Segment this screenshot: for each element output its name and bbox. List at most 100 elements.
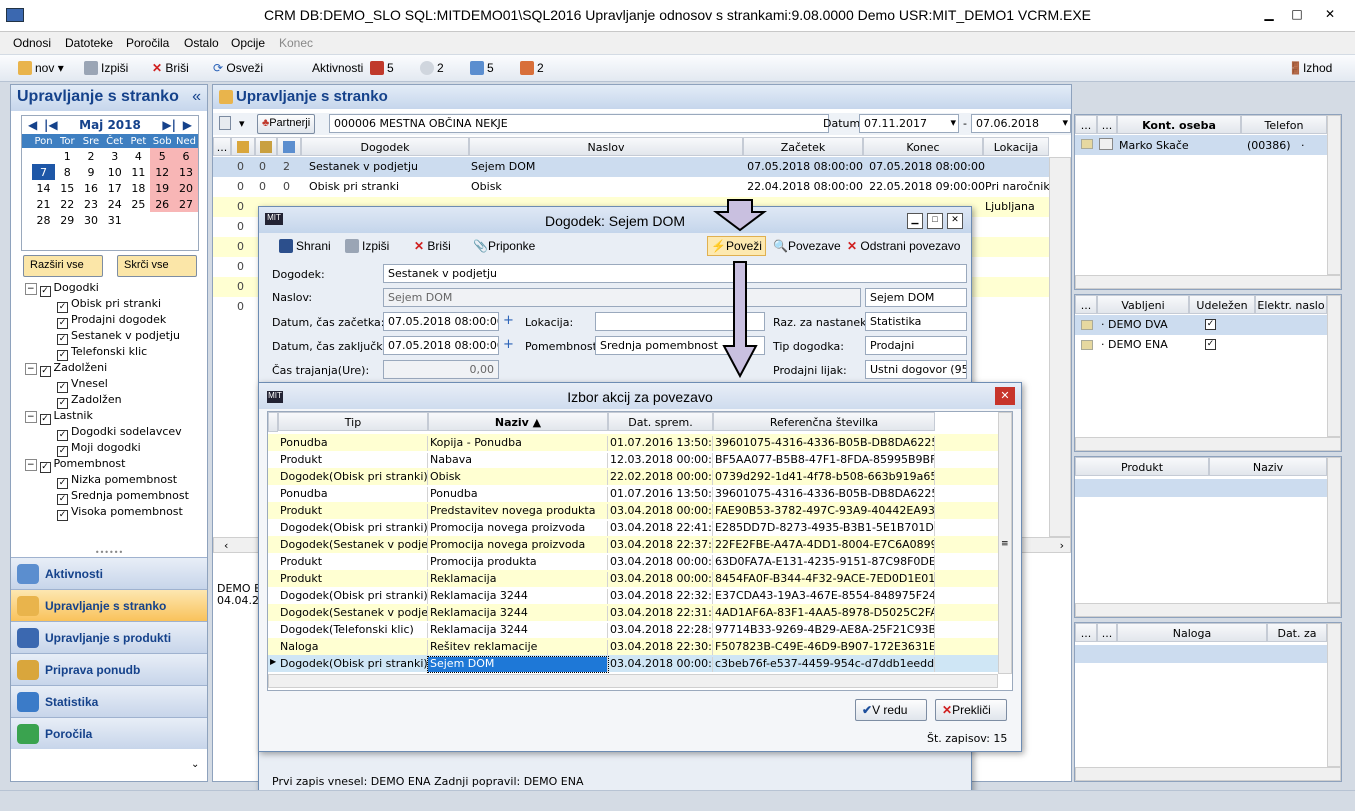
calendar-day[interactable]: 17 <box>103 180 127 196</box>
activity-mail-counter[interactable]: 5 <box>470 61 494 75</box>
calendar-day[interactable]: 16 <box>79 180 103 196</box>
end-datetime-field[interactable]: 07.05.2018 08:00:00 <box>383 336 499 355</box>
maximize-button[interactable]: □ <box>1283 4 1311 24</box>
prev-year-button[interactable]: |◀ <box>44 118 58 132</box>
column-header[interactable]: Dogodek <box>301 137 469 156</box>
calendar-day[interactable]: 13 <box>174 164 198 180</box>
checkbox[interactable]: ✓ <box>39 286 51 297</box>
table-row[interactable]: Produkt Predstavitev novega produkta 03.04… <box>268 502 998 519</box>
tree-collapse-icon[interactable]: − <box>25 459 37 471</box>
column-header[interactable]: Lokacija <box>983 137 1049 156</box>
exit-button[interactable]: 🚪Izhod <box>1288 61 1332 75</box>
checkbox[interactable]: ✓ <box>57 478 68 489</box>
checkbox[interactable]: ✓ <box>57 318 68 329</box>
column-header[interactable]: Naziv <box>1209 457 1327 476</box>
event-type-field[interactable]: Sestanek v podjetju <box>383 264 967 283</box>
column-header[interactable]: Vabljeni <box>1097 295 1189 314</box>
date-from-field[interactable]: 07.11.2017 ▾ <box>859 114 959 133</box>
nav-priprava-ponudb[interactable]: Priprava ponudb <box>11 653 207 685</box>
menu-item-4[interactable]: Opcije <box>231 36 265 50</box>
checkbox[interactable]: ✓ <box>57 398 68 409</box>
attended-checkbox[interactable]: ✓ <box>1205 339 1216 350</box>
column-header[interactable]: Elektr. naslo <box>1255 295 1327 314</box>
cancel-button[interactable]: ✕Prekliči <box>935 699 1007 721</box>
nav-overflow-button[interactable]: ⌄ <box>191 759 199 770</box>
attended-checkbox[interactable]: ✓ <box>1205 319 1216 330</box>
delete-button[interactable]: ✕ Briši <box>152 61 189 75</box>
close-button[interactable]: ✕ <box>1316 4 1344 24</box>
calendar-day[interactable]: 3 <box>103 148 127 164</box>
calendar-day[interactable]: 2 <box>79 148 103 164</box>
column-header[interactable]: Dat. za <box>1267 623 1327 642</box>
tree-node[interactable]: ✓ Moji dogodki <box>57 441 141 457</box>
invited-row[interactable]: · DEMO ENA ✓ <box>1075 335 1327 355</box>
attachments-button[interactable]: 📎Priponke <box>473 239 535 253</box>
activity-tasks-counter[interactable]: 5 <box>370 61 394 75</box>
products-hscrollbar[interactable] <box>1075 603 1341 617</box>
nav-statistika[interactable]: Statistika <box>11 685 207 717</box>
invited-vscrollbar[interactable] <box>1327 295 1341 437</box>
tree-node[interactable]: ✓ Vnesel <box>57 377 108 393</box>
tree-node[interactable]: ✓ Nizka pomembnost <box>57 473 177 489</box>
checkbox[interactable]: ✓ <box>39 414 51 425</box>
dialog-maximize-button[interactable]: □ <box>927 213 943 229</box>
event-kind-field[interactable]: Prodajni <box>865 336 967 355</box>
column-header[interactable]: ... <box>1075 295 1097 314</box>
table-row[interactable]: ▶ Dogodek(Obisk pri stranki) Sejem DOM 03.0… <box>268 655 998 673</box>
calendar-day[interactable] <box>174 212 198 228</box>
expand-all-button[interactable]: Razširi vse <box>23 255 103 277</box>
calendar-day[interactable]: 30 <box>79 212 103 228</box>
column-header[interactable] <box>255 137 277 156</box>
table-row[interactable]: PonudbaPonudba01.07.2016 13:50:453960107… <box>268 485 998 502</box>
column-header[interactable]: ... <box>1097 115 1117 134</box>
calendar-day[interactable]: 22 <box>55 196 79 212</box>
column-header[interactable]: Naslov <box>469 137 743 156</box>
dialog-minimize-button[interactable]: ▁ <box>907 213 923 229</box>
tree-node[interactable]: − ✓ Lastnik <box>25 409 93 425</box>
scroll-grip-icon[interactable]: ≡ <box>1001 539 1009 549</box>
column-header[interactable] <box>231 137 255 156</box>
checkbox[interactable]: ✓ <box>57 510 68 521</box>
collapse-all-button[interactable]: Skrči vse <box>117 255 197 277</box>
tree-node[interactable]: ✓ Telefonski klic <box>57 345 147 361</box>
column-header[interactable]: Začetek <box>743 137 863 156</box>
tree-node[interactable]: ✓ Visoka pomembnost <box>57 505 183 521</box>
tree-node[interactable]: ✓ Prodajni dogodek <box>57 313 166 329</box>
calendar-day[interactable]: 20 <box>174 180 198 196</box>
ok-button[interactable]: ✔V redu <box>855 699 927 721</box>
new-button[interactable]: nov ▾ <box>18 61 64 75</box>
print-button[interactable]: Izpiši <box>84 61 128 75</box>
column-header[interactable]: ... <box>213 137 231 156</box>
calendar-day[interactable]: 21 <box>32 196 56 212</box>
menu-item-5[interactable]: Konec <box>279 36 313 50</box>
contacts-hscrollbar[interactable] <box>1075 275 1341 289</box>
tree-node[interactable]: − ✓ Zadolženi <box>25 361 107 377</box>
table-row[interactable]: ProduktReklamacija03.04.2018 00:00:00845… <box>268 570 998 587</box>
table-row[interactable]: 0 0 2 Sestanek v podjetju Sejem DOM 07.05.201… <box>213 157 1049 177</box>
products-vscrollbar[interactable] <box>1327 457 1341 603</box>
calendar-day[interactable]: 23 <box>79 196 103 212</box>
splitter-handle[interactable]: •••••• <box>91 549 127 557</box>
column-header[interactable] <box>277 137 301 156</box>
menu-item-3[interactable]: Ostalo <box>184 36 219 50</box>
activity-calls-counter[interactable]: 2 <box>520 61 544 75</box>
chevron-down-icon[interactable]: ▾ <box>239 117 245 130</box>
calendar-day[interactable]: 26 <box>150 196 175 212</box>
table-row[interactable]: Dogodek(Sestanek v podjetju)Promocija no… <box>268 536 998 553</box>
checkbox[interactable]: ✓ <box>57 382 68 393</box>
checkbox[interactable]: ✓ <box>39 462 51 473</box>
tree-collapse-icon[interactable]: − <box>25 363 37 375</box>
chevron-down-icon[interactable]: ▾ <box>1062 116 1068 129</box>
date-to-field[interactable]: 07.06.2018 ▾ <box>971 114 1071 133</box>
calendar-day[interactable]: 29 <box>55 212 79 228</box>
tasks-empty-row[interactable] <box>1075 645 1327 663</box>
prev-month-button[interactable]: ◀ <box>28 118 37 132</box>
doc-icon[interactable] <box>219 116 231 130</box>
calendar-day[interactable]: 18 <box>127 180 151 196</box>
table-row[interactable]: Dogodek(Sestanek v podjetju)Reklamacija … <box>268 604 998 621</box>
calendar-day[interactable]: 11 <box>127 164 151 180</box>
duration-field[interactable]: 0,00 <box>383 360 499 379</box>
table-row[interactable]: Dogodek(Obisk pri stranki) Obisk 22.02.201… <box>268 468 998 485</box>
checkbox[interactable]: ✓ <box>57 446 68 457</box>
link-grid-vscrollbar[interactable]: ≡ <box>998 412 1012 674</box>
